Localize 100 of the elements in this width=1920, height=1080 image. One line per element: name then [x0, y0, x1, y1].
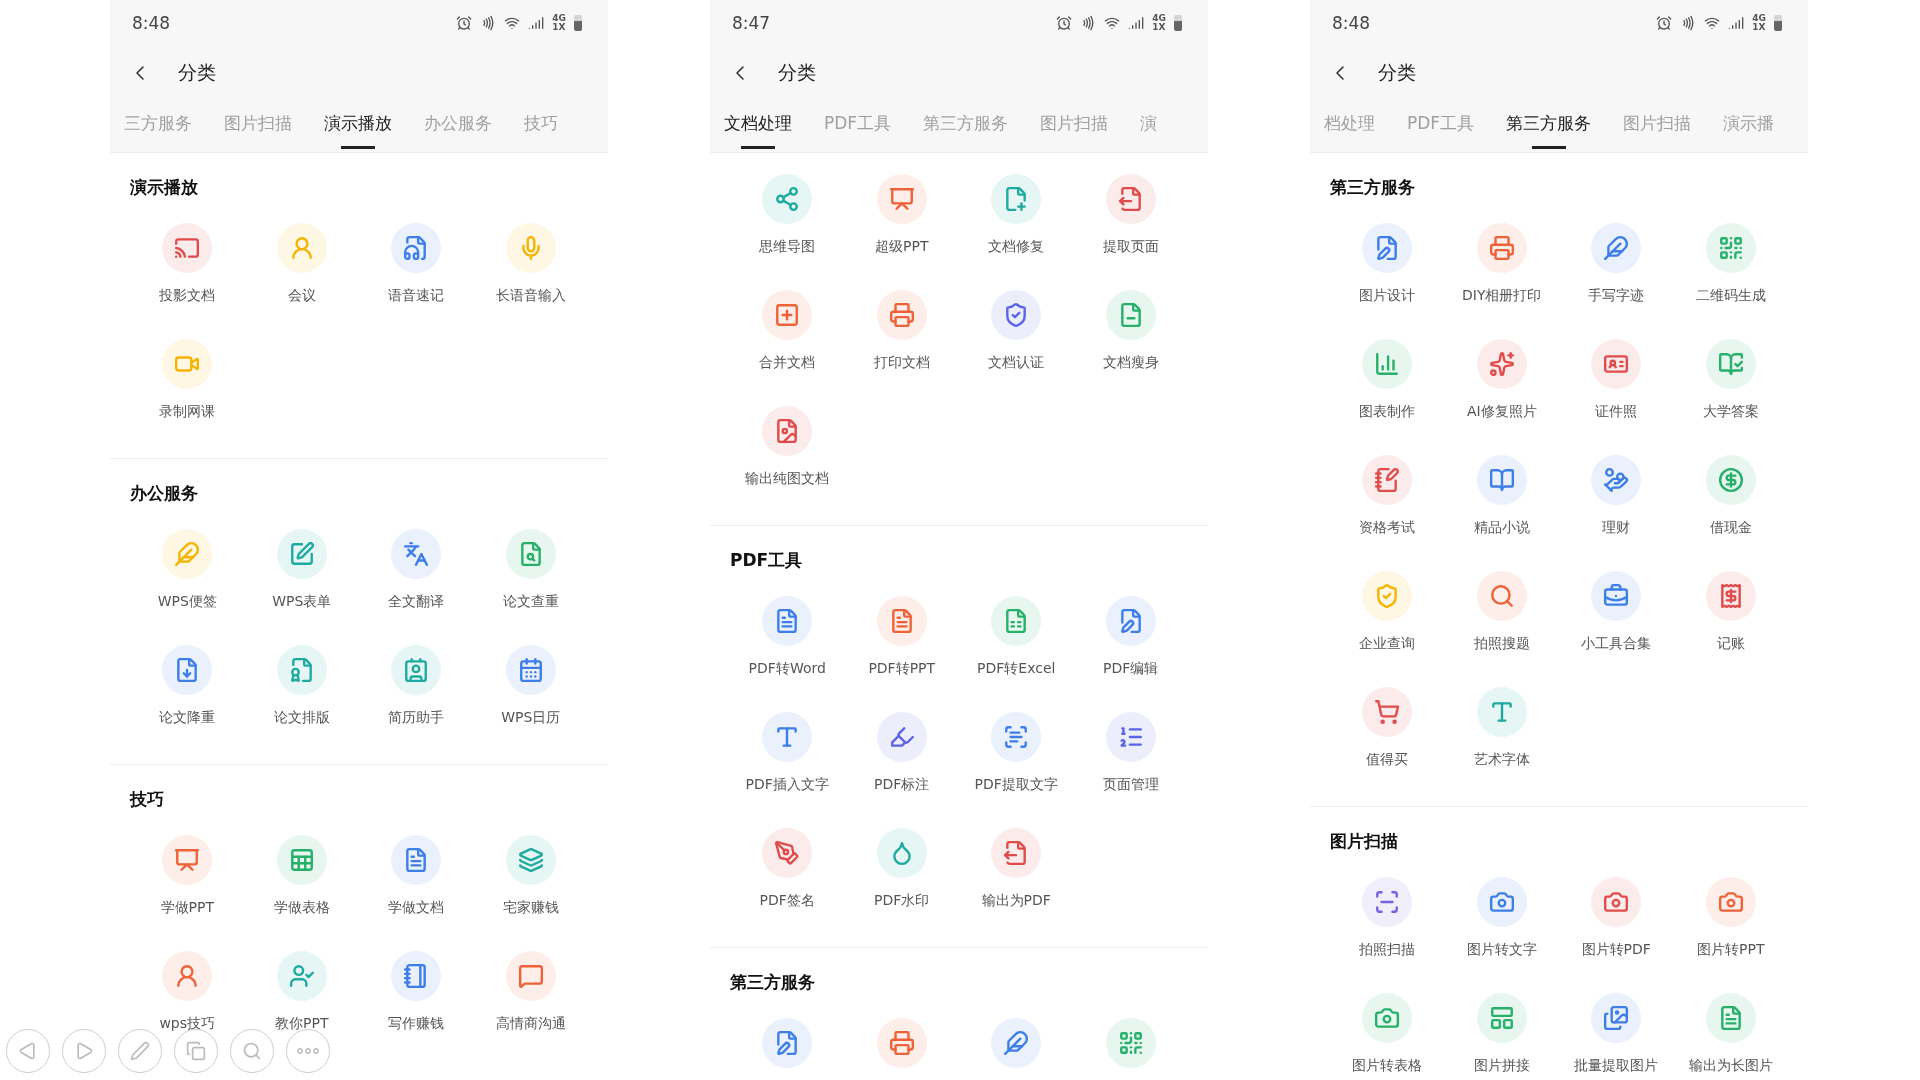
feature-tile[interactable]: WPS日历 — [473, 645, 588, 727]
feature-tile[interactable]: 大学答案 — [1673, 339, 1788, 421]
feature-tile[interactable]: 借现金 — [1673, 455, 1788, 537]
feature-tile[interactable]: 教你PPT — [244, 951, 359, 1033]
feature-tile[interactable]: 理财 — [1559, 455, 1674, 537]
calendar-icon — [505, 645, 556, 695]
feature-tile[interactable]: 图片转PDF — [1559, 877, 1674, 959]
feature-tile[interactable]: 论文降重 — [130, 645, 245, 727]
next-button[interactable] — [62, 1029, 106, 1073]
scan-icon — [1362, 877, 1413, 927]
page-title: 分类 — [1378, 60, 1416, 85]
feature-tile[interactable]: 图片设计 — [1330, 223, 1445, 305]
feature-tile[interactable]: PDF标注 — [844, 712, 959, 794]
feature-tile[interactable]: 二维码生成 — [1673, 223, 1788, 305]
document-badge-icon — [276, 645, 327, 695]
category-tab[interactable]: 第三方服务 — [1506, 100, 1592, 152]
feature-tile[interactable]: 图片拼接 — [1444, 993, 1559, 1075]
feature-tile[interactable]: PDF签名 — [730, 828, 845, 910]
search-button[interactable] — [230, 1029, 274, 1073]
feature-tile[interactable]: 思维导图 — [730, 174, 845, 256]
camera-icon — [1591, 877, 1642, 927]
signal-icon — [528, 15, 545, 31]
spreadsheet-icon — [991, 596, 1042, 646]
feature-tile[interactable]: 长语音输入 — [473, 223, 588, 305]
cast-icon — [162, 223, 213, 273]
feature-tile[interactable]: 全文翻译 — [359, 529, 474, 611]
alarm-icon — [456, 15, 473, 31]
feature-tile[interactable]: 企业查询 — [1330, 571, 1445, 653]
scan-text-icon — [991, 712, 1042, 762]
category-tab[interactable]: 演示播放 — [324, 100, 392, 152]
feature-tile[interactable]: 艺术字体 — [1444, 687, 1559, 769]
feature-tile[interactable]: 输出纯图文档 — [730, 406, 845, 488]
feature-tile[interactable]: 会议 — [244, 223, 359, 305]
layout-icon — [1476, 993, 1527, 1043]
feature-tile[interactable]: 提取页面 — [1073, 174, 1188, 256]
feature-tile[interactable]: 手写字迹 — [1559, 223, 1674, 305]
feature-tile[interactable]: 语音速记 — [359, 223, 474, 305]
feature-tile[interactable]: PDF转Excel — [959, 596, 1074, 678]
qr-code-icon — [1105, 1018, 1156, 1068]
highlighter-icon — [876, 712, 927, 762]
document-icon — [391, 835, 442, 885]
feature-tile[interactable]: 输出为长图片 — [1673, 993, 1788, 1075]
feature-tile[interactable]: 超级PPT — [844, 174, 959, 256]
feature-tile[interactable]: 记账 — [1673, 571, 1788, 653]
feature-tile[interactable]: 资格考试 — [1330, 455, 1445, 537]
briefcase-icon — [1591, 571, 1642, 621]
feature-tile[interactable]: wps技巧 — [130, 951, 245, 1033]
network-label: 1X — [1752, 23, 1766, 32]
feature-tile[interactable]: PDF编辑 — [1073, 596, 1188, 678]
droplet-icon — [876, 828, 927, 878]
feature-tile[interactable]: 论文排版 — [244, 645, 359, 727]
feature-tile[interactable]: 输出为PDF — [959, 828, 1074, 910]
feature-tile[interactable]: 写作赚钱 — [359, 951, 474, 1033]
person-icon — [276, 223, 327, 273]
feature-tile[interactable]: 打印文档 — [844, 290, 959, 372]
feature-tile[interactable]: 简历助手 — [359, 645, 474, 727]
feature-tile[interactable]: 投影文档 — [130, 223, 245, 305]
feature-tile[interactable]: 图片转表格 — [1330, 993, 1445, 1075]
feature-tile[interactable]: 拍照扫描 — [1330, 877, 1445, 959]
feature-tile[interactable]: 页面管理 — [1073, 712, 1188, 794]
network-label: 1X — [552, 23, 566, 32]
video-camera-icon — [162, 339, 213, 389]
feature-tile[interactable]: 精品小说 — [1444, 455, 1559, 537]
feature-tile[interactable]: 文档瘦身 — [1073, 290, 1188, 372]
section-title: PDF工具 — [730, 549, 804, 572]
feature-tile[interactable]: 文档修复 — [959, 174, 1074, 256]
feature-tile[interactable]: PDF提取文字 — [959, 712, 1074, 794]
feature-tile[interactable]: PDF插入文字 — [730, 712, 845, 794]
feature-tile[interactable]: AI修复照片 — [1444, 339, 1559, 421]
category-tab[interactable]: 文档处理 — [724, 100, 792, 152]
feature-tile[interactable]: PDF水印 — [844, 828, 959, 910]
feature-tile[interactable]: 录制网课 — [130, 339, 245, 421]
feature-tile[interactable]: 学做文档 — [359, 835, 474, 917]
pen-button[interactable] — [118, 1029, 162, 1073]
book-icon — [1705, 339, 1756, 389]
feature-tile[interactable]: 论文查重 — [473, 529, 588, 611]
feature-tile[interactable]: 图表制作 — [1330, 339, 1445, 421]
document-icon — [762, 596, 813, 646]
feature-tile[interactable]: 拍照搜题 — [1444, 571, 1559, 653]
notebook-icon — [391, 951, 442, 1001]
feature-tile[interactable]: WPS表单 — [244, 529, 359, 611]
feature-tile[interactable]: PDF转Word — [730, 596, 845, 678]
feature-tile[interactable]: 证件照 — [1559, 339, 1674, 421]
feature-tile[interactable]: 高情商沟通 — [473, 951, 588, 1033]
copy-button[interactable] — [174, 1029, 218, 1073]
feature-tile[interactable]: 小工具合集 — [1559, 571, 1674, 653]
more-button[interactable] — [286, 1029, 330, 1073]
feature-tile[interactable]: 宅家赚钱 — [473, 835, 588, 917]
feature-tile[interactable]: 合并文档 — [730, 290, 845, 372]
feature-tile[interactable]: 图片转PPT — [1673, 877, 1788, 959]
feature-tile[interactable]: 图片转文字 — [1444, 877, 1559, 959]
feature-tile[interactable]: 批量提取图片 — [1559, 993, 1674, 1075]
previous-button[interactable] — [6, 1029, 50, 1073]
feature-tile[interactable]: 值得买 — [1330, 687, 1445, 769]
feature-tile[interactable]: DIY相册打印 — [1444, 223, 1559, 305]
feature-tile[interactable]: 学做PPT — [130, 835, 245, 917]
feature-tile[interactable]: WPS便签 — [130, 529, 245, 611]
feature-tile[interactable]: 文档认证 — [959, 290, 1074, 372]
feature-tile[interactable]: PDF转PPT — [844, 596, 959, 678]
feature-tile[interactable]: 学做表格 — [244, 835, 359, 917]
